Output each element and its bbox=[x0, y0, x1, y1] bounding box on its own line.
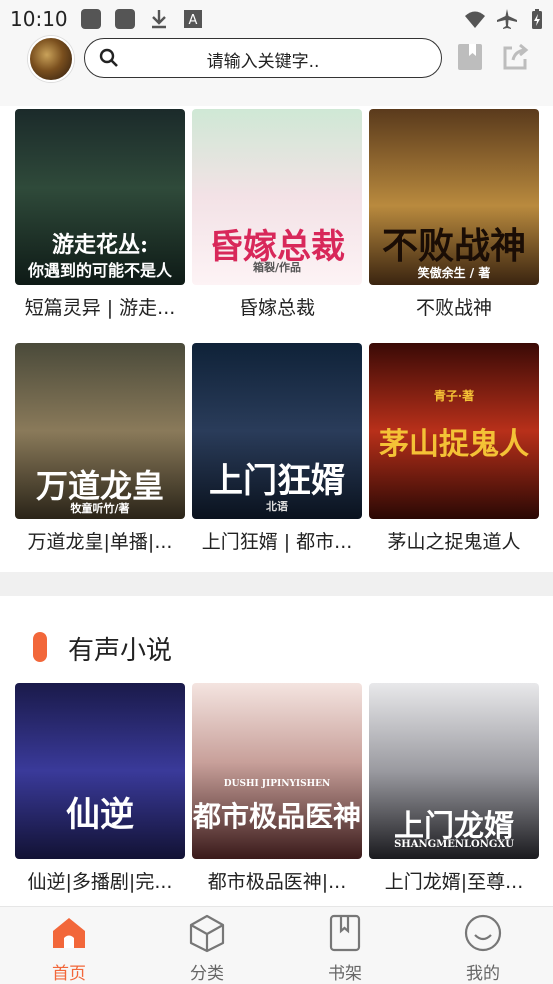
book-card[interactable]: 茅山捉鬼人 青子·著 茅山之捉鬼道人 bbox=[369, 343, 539, 554]
cover-text: 北语 bbox=[266, 500, 288, 513]
book-card[interactable]: 上门龙婿 SHANGMENLONGXU 上门龙婿|至尊... bbox=[369, 683, 539, 894]
book-card[interactable]: 都市极品医神 DUSHI JIPINYISHEN 都市极品医神|... bbox=[192, 683, 362, 894]
search-input[interactable]: 请输入关键字.. bbox=[84, 38, 442, 78]
book-cover: 都市极品医神 DUSHI JIPINYISHEN bbox=[192, 683, 362, 859]
cover-text: 你遇到的可能不是人 bbox=[27, 261, 172, 280]
book-card[interactable]: 上门狂婿 北语 上门狂婿 | 都市... bbox=[192, 343, 362, 554]
audio-novel-section: 有声小说 仙逆 仙逆|多播剧|完... 都市极品医神 DUSHI JIPINYI… bbox=[0, 596, 553, 906]
cover-text: 游走花丛: bbox=[51, 232, 149, 258]
cover-text: 仙逆 bbox=[66, 795, 134, 835]
nav-item-category[interactable]: 分类 bbox=[138, 907, 276, 984]
cover-text: SHANGMENLONGXU bbox=[394, 839, 514, 850]
book-card[interactable]: 昏嫁总裁 箱裂/作品 昏嫁总裁 bbox=[192, 109, 362, 320]
battery-icon bbox=[532, 9, 542, 29]
status-time: 10:10 bbox=[10, 7, 68, 31]
book-card[interactable]: 仙逆 仙逆|多播剧|完... bbox=[15, 683, 185, 894]
nav-item-profile[interactable]: 我的 bbox=[414, 907, 552, 984]
cover-text: 青子·著 bbox=[433, 389, 475, 403]
bottom-navigation: 首页 分类 书架 我的 bbox=[0, 906, 553, 984]
download-icon bbox=[152, 10, 166, 29]
cover-text: 上门狂婿 bbox=[209, 461, 345, 501]
bookmark-icon[interactable] bbox=[455, 42, 485, 72]
book-card[interactable]: 不败战神 笑傲余生 / 著 不败战神 bbox=[369, 109, 539, 320]
top-header: 请输入关键字.. bbox=[0, 36, 553, 106]
svg-text:A: A bbox=[189, 13, 198, 28]
cover-text: 箱裂/作品 bbox=[252, 261, 302, 274]
cover-text: 都市极品医神 bbox=[192, 800, 361, 833]
cover-text: 不败战神 bbox=[381, 225, 526, 267]
book-title: 短篇灵异 | 游走... bbox=[24, 297, 176, 319]
cover-text: 笑傲余生 / 著 bbox=[417, 266, 491, 280]
cover-text: DUSHI JIPINYISHEN bbox=[223, 779, 331, 789]
section-title: 有声小说 bbox=[68, 636, 173, 666]
book-title: 茅山之捉鬼道人 bbox=[387, 531, 521, 553]
nav-item-bookshelf[interactable]: 书架 bbox=[276, 907, 414, 984]
book-cover: 上门龙婿 SHANGMENLONGXU bbox=[369, 683, 539, 859]
cover-text: 茅山捉鬼人 bbox=[379, 427, 529, 462]
book-cover: 游走花丛: 你遇到的可能不是人 bbox=[15, 109, 185, 285]
search-placeholder: 请输入关键字.. bbox=[206, 52, 320, 72]
book-title: 都市极品医神|... bbox=[207, 871, 347, 893]
status-bar: 10:10 A bbox=[0, 0, 553, 36]
share-icon[interactable] bbox=[500, 42, 530, 72]
book-cover: 不败战神 笑傲余生 / 著 bbox=[369, 109, 539, 285]
book-cover: 昏嫁总裁 箱裂/作品 bbox=[192, 109, 362, 285]
wifi-icon bbox=[465, 11, 485, 28]
app-notification-icon bbox=[81, 9, 101, 29]
book-title: 不败战神 bbox=[415, 297, 492, 319]
nav-item-home[interactable]: 首页 bbox=[0, 907, 138, 984]
section-accent-bar bbox=[33, 632, 47, 662]
cover-text: 牧童听竹/著 bbox=[70, 502, 130, 515]
cube-icon bbox=[189, 914, 225, 953]
book-cover: 万道龙皇 牧童听竹/著 bbox=[15, 343, 185, 519]
book-cover: 仙逆 bbox=[15, 683, 185, 859]
book-card[interactable]: 游走花丛: 你遇到的可能不是人 短篇灵异 | 游走... bbox=[15, 109, 185, 320]
nav-label: 分类 bbox=[190, 964, 224, 984]
book-grid-section: 游走花丛: 你遇到的可能不是人 短篇灵异 | 游走... 昏嫁总裁 箱裂/作品 … bbox=[0, 106, 553, 572]
nav-label: 首页 bbox=[52, 964, 86, 984]
book-cover: 茅山捉鬼人 青子·著 bbox=[369, 343, 539, 519]
airplane-icon bbox=[497, 9, 517, 29]
section-divider bbox=[0, 572, 553, 596]
smile-icon bbox=[464, 914, 502, 952]
app-notification-icon bbox=[115, 9, 135, 29]
book-title: 昏嫁总裁 bbox=[238, 297, 315, 319]
book-icon bbox=[329, 914, 361, 952]
book-title: 上门龙婿|至尊... bbox=[384, 871, 524, 893]
book-title: 上门狂婿 | 都市... bbox=[201, 531, 353, 553]
book-card[interactable]: 万道龙皇 牧童听竹/著 万道龙皇|单播|... bbox=[15, 343, 185, 554]
avatar[interactable] bbox=[28, 36, 74, 82]
book-title: 仙逆|多播剧|完... bbox=[27, 871, 173, 893]
nav-label: 书架 bbox=[328, 964, 362, 984]
home-icon bbox=[53, 918, 85, 948]
nav-label: 我的 bbox=[466, 964, 500, 984]
book-cover: 上门狂婿 北语 bbox=[192, 343, 362, 519]
book-title: 万道龙皇|单播|... bbox=[27, 531, 173, 553]
font-icon: A bbox=[184, 10, 202, 28]
